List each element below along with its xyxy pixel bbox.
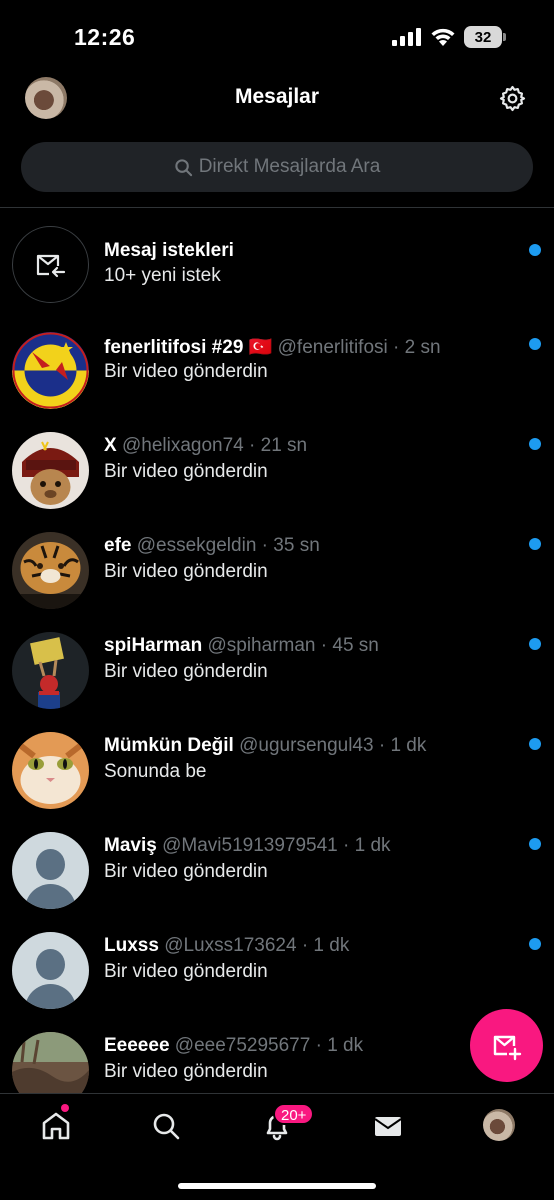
signal-icon [392, 28, 421, 46]
avatar-body [25, 884, 76, 909]
conversation-name: Luxss [104, 935, 159, 956]
avatar [12, 332, 89, 409]
home-notification-dot [61, 1104, 69, 1112]
notification-badge: 20+ [273, 1103, 315, 1125]
conversation-handle: @ugursengul43 [239, 735, 374, 756]
search-placeholder: Direkt Mesajlarda Ara [198, 156, 381, 177]
profile-tab-avatar[interactable] [483, 1109, 515, 1141]
home-icon[interactable] [40, 1110, 72, 1142]
conversation-preview: Bir video gönderdin [104, 561, 268, 582]
conversation-name: Mümkün Değil [104, 735, 234, 756]
search-tab-icon[interactable] [150, 1110, 182, 1142]
unread-dot [529, 338, 541, 350]
conversation-header: spiHarman @spiharman · 45 sn [104, 635, 379, 657]
unread-dot [529, 838, 541, 850]
avatar [12, 632, 89, 709]
mail-request-icon [36, 254, 65, 277]
default-avatar [12, 832, 89, 909]
conversation-preview: Bir video gönderdin [104, 361, 268, 382]
conversation-time: · 2 sn [393, 337, 441, 358]
unread-dot [529, 438, 541, 450]
avatar-head [36, 949, 65, 980]
conversation-header: Luxss @Luxss173624 · 1 dk [104, 935, 349, 957]
conversation-name: Maviş [104, 835, 157, 856]
conversation-time: · 21 sn [249, 435, 308, 456]
battery-cap [503, 33, 506, 41]
conversation-handle: @spiharman [207, 635, 316, 656]
home-indicator [178, 1183, 376, 1189]
search-input[interactable]: Direkt Mesajlarda Ara [21, 142, 533, 192]
mail-icon[interactable] [372, 1110, 404, 1142]
new-message-icon [493, 1035, 521, 1060]
unread-dot [529, 938, 541, 950]
divider [0, 207, 554, 208]
conversation-time: · 35 sn [261, 535, 320, 556]
conversation-name: Eeeeee [104, 1035, 170, 1056]
conversation-handle: @Mavi51913979541 [162, 835, 338, 856]
flag: 🇹🇷 [248, 337, 273, 358]
requests-title: Mesaj istekleri [104, 240, 234, 261]
unread-dot [529, 244, 541, 256]
conversation-handle: @essekgeldin [136, 535, 257, 556]
header: Mesajlar [0, 70, 554, 128]
message-requests-icon-wrapper [12, 226, 89, 303]
unread-dot [529, 738, 541, 750]
conversation-name: fenerlitifosi #29 [104, 337, 244, 358]
avatar-body [25, 984, 76, 1009]
search-icon [175, 158, 192, 176]
conversation-time: · 1 dk [315, 1035, 364, 1056]
conversation-preview: Bir video gönderdin [104, 1061, 268, 1082]
wifi-icon [431, 28, 455, 46]
conversation-header: fenerlitifosi #29 🇹🇷 @fenerlitifosi · 2 … [104, 335, 441, 359]
conversation-header: Maviş @Mavi51913979541 · 1 dk [104, 835, 391, 857]
conversation-handle: @fenerlitifosi [277, 337, 388, 358]
conversation-handle: @helixagon74 [121, 435, 244, 456]
conversation-time: · 1 dk [343, 835, 391, 856]
avatar-head [36, 849, 65, 880]
conversation-preview: Bir video gönderdin [104, 661, 268, 682]
conversation-preview: Bir video gönderdin [104, 961, 268, 982]
gear-icon[interactable] [498, 84, 527, 113]
conversation-header: Eeeeee @eee75295677 · 1 dk [104, 1035, 363, 1057]
status-time: 12:26 [74, 24, 136, 50]
default-avatar [12, 932, 89, 1009]
conversation-preview: Sonunda be [104, 761, 207, 782]
conversation-header: efe @essekgeldin · 35 sn [104, 535, 320, 557]
conversation-handle: @eee75295677 [174, 1035, 311, 1056]
conversation-header: X @helixagon74 · 21 sn [104, 435, 307, 457]
avatar [12, 432, 89, 509]
battery-indicator: 32 [464, 26, 506, 48]
unread-dot [529, 538, 541, 550]
conversation-name: X [104, 435, 117, 456]
conversation-time: · 1 dk [301, 935, 350, 956]
conversation-name: spiHarman [104, 635, 203, 656]
conversation-header: Mümkün Değil @ugursengul43 · 1 dk [104, 735, 426, 757]
requests-subtitle: 10+ yeni istek [104, 265, 221, 286]
battery-level: 32 [464, 26, 502, 48]
avatar [12, 732, 89, 809]
status-bar: 12:26 32 [0, 0, 554, 70]
conversation-time: · 45 sn [320, 635, 379, 656]
avatar [12, 532, 89, 609]
conversation-preview: Bir video gönderdin [104, 461, 268, 482]
conversation-preview: Bir video gönderdin [104, 861, 268, 882]
page-title: Mesajlar [234, 85, 320, 108]
unread-dot [529, 638, 541, 650]
conversation-name: efe [104, 535, 132, 556]
conversation-time: · 1 dk [378, 735, 427, 756]
conversation-handle: @Luxss173624 [164, 935, 297, 956]
new-message-button[interactable] [470, 1009, 543, 1082]
